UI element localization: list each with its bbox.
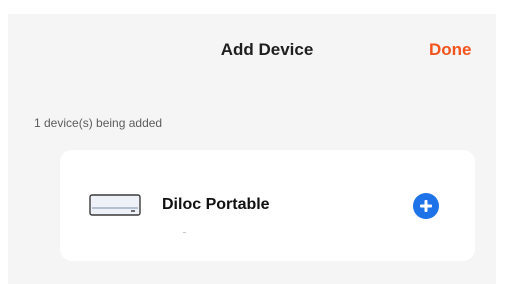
device-name: Diloc Portable <box>162 196 270 213</box>
air-conditioner-icon <box>89 194 141 216</box>
divider-dot <box>183 232 186 233</box>
add-device-screen: Add Device Done 1 device(s) being added … <box>0 0 524 284</box>
done-button[interactable]: Done <box>429 40 472 60</box>
devices-being-added-label: 1 device(s) being added <box>34 116 163 130</box>
plus-circle-icon[interactable] <box>413 193 439 219</box>
